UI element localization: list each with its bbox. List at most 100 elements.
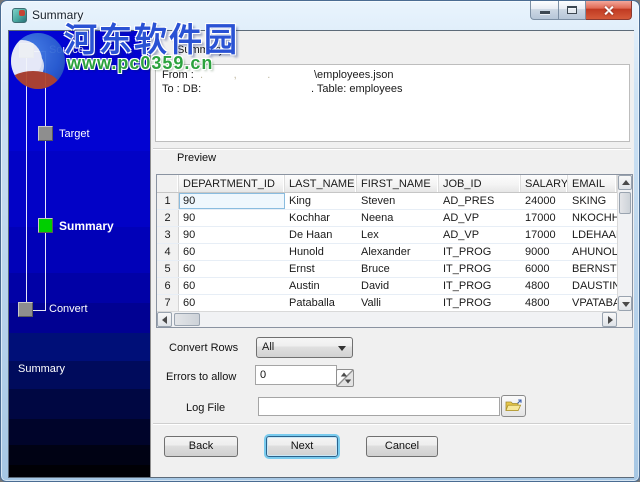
grid-header-salary[interactable]: SALARY xyxy=(521,175,568,192)
convert-rows-select[interactable]: All xyxy=(256,337,353,358)
table-row[interactable]: 6 60 Austin David IT_PROG 4800 DAUSTIN xyxy=(157,278,617,295)
grid-cell[interactable]: LDEHAAN xyxy=(568,227,617,243)
grid-cell[interactable]: 4800 xyxy=(521,295,568,311)
back-button[interactable]: Back xyxy=(164,436,238,457)
grid-cell[interactable]: 90 xyxy=(179,227,285,243)
vertical-scroll-thumb[interactable] xyxy=(619,192,631,214)
scroll-left-button[interactable] xyxy=(157,312,172,327)
sidebar-item-convert: Convert xyxy=(49,303,88,315)
grid-header-rownum xyxy=(157,175,179,192)
scroll-down-button[interactable] xyxy=(618,296,632,311)
current-step-label: Summary xyxy=(18,363,66,375)
grid-cell[interactable]: 17000 xyxy=(521,227,568,243)
table-row[interactable]: 2 90 Kochhar Neena AD_VP 17000 NKOCHH xyxy=(157,210,617,227)
grid-cell[interactable]: AHUNOLD xyxy=(568,244,617,260)
table-row[interactable]: 7 60 Pataballa Valli IT_PROG 4800 VPATAB… xyxy=(157,295,617,311)
grid-cell[interactable]: 24000 xyxy=(521,193,568,209)
row-number: 4 xyxy=(157,244,179,260)
table-row[interactable]: 4 60 Hunold Alexander IT_PROG 9000 AHUNO… xyxy=(157,244,617,261)
table-row[interactable]: 1 90 King Steven AD_PRES 24000 SKING xyxy=(157,193,617,210)
grid-cell[interactable]: 90 xyxy=(179,210,285,226)
grid-cell[interactable]: King xyxy=(285,193,357,209)
grid-header-job-id[interactable]: JOB_ID xyxy=(439,175,521,192)
grid-cell[interactable]: Austin xyxy=(285,278,357,294)
flow-line-left xyxy=(26,51,27,310)
wizard-window: Summary Source Target Summary Convert Su… xyxy=(0,0,640,482)
grid-cell[interactable]: 60 xyxy=(179,295,285,311)
grid-cell[interactable]: 6000 xyxy=(521,261,568,277)
grid-cell[interactable]: Neena xyxy=(357,210,439,226)
grid-cell[interactable]: Valli xyxy=(357,295,439,311)
summary-group-caption: Summary xyxy=(177,44,225,56)
grid-cell[interactable]: Alexander xyxy=(357,244,439,260)
grid-header-email[interactable]: EMAIL xyxy=(568,175,617,192)
grid-cell[interactable]: 60 xyxy=(179,244,285,260)
grid-cell[interactable]: IT_PROG xyxy=(439,261,521,277)
from-label: From : xyxy=(162,69,194,81)
title-bar[interactable]: Summary xyxy=(1,1,639,30)
grid-cell[interactable]: IT_PROG xyxy=(439,244,521,260)
errors-to-allow-input[interactable] xyxy=(255,365,337,385)
scroll-up-button[interactable] xyxy=(618,175,632,190)
to-label: To : DB: xyxy=(162,83,202,95)
convert-rows-value: All xyxy=(262,341,275,353)
grid-cell[interactable]: Kochhar xyxy=(285,210,357,226)
table-row[interactable]: 5 60 Ernst Bruce IT_PROG 6000 BERNST xyxy=(157,261,617,278)
grid-cell[interactable]: 17000 xyxy=(521,210,568,226)
table-row[interactable]: 3 90 De Haan Lex AD_VP 17000 LDEHAAN xyxy=(157,227,617,244)
grid-cell[interactable]: IT_PROG xyxy=(439,295,521,311)
grid-cell[interactable]: De Haan xyxy=(285,227,357,243)
flow-line-right xyxy=(45,51,46,310)
grid-cell[interactable]: SKING xyxy=(568,193,617,209)
vertical-scrollbar[interactable] xyxy=(617,175,632,311)
minimize-button[interactable] xyxy=(530,1,559,20)
grid-cell[interactable]: DAUSTIN xyxy=(568,278,617,294)
grid-cell[interactable]: NKOCHH xyxy=(568,210,617,226)
scroll-down-icon xyxy=(622,302,630,307)
sidebar-item-source: Source xyxy=(49,44,84,56)
grid-cell[interactable]: 90 xyxy=(179,193,285,209)
log-file-label: Log File xyxy=(186,402,226,414)
scroll-up-icon xyxy=(622,180,630,185)
cancel-button[interactable]: Cancel xyxy=(366,436,438,457)
wizard-steps-sidebar: Source Target Summary Convert Summary xyxy=(9,31,150,477)
grid-cell[interactable]: 60 xyxy=(179,261,285,277)
grid-cell[interactable]: AD_PRES xyxy=(439,193,521,209)
grid-cell[interactable]: Lex xyxy=(357,227,439,243)
close-button[interactable] xyxy=(586,1,632,20)
grid-cell[interactable]: 9000 xyxy=(521,244,568,260)
grid-cell[interactable]: Ernst xyxy=(285,261,357,277)
next-button[interactable]: Next xyxy=(266,436,338,457)
minimize-icon xyxy=(540,11,550,14)
maximize-button[interactable] xyxy=(559,1,586,20)
main-panel: Summary From : . , . \employees.json To … xyxy=(150,31,634,477)
grid-cell[interactable]: IT_PROG xyxy=(439,278,521,294)
grid-cell[interactable]: BERNST xyxy=(568,261,617,277)
log-file-input[interactable] xyxy=(258,397,500,416)
spinner-down-icon xyxy=(344,379,352,384)
grid-cell[interactable]: 4800 xyxy=(521,278,568,294)
browse-log-file-button[interactable] xyxy=(501,395,526,417)
scrollbar-corner xyxy=(617,311,632,327)
grid-cell[interactable]: Bruce xyxy=(357,261,439,277)
preview-group-caption: Preview xyxy=(177,152,217,164)
grid-header-first-name[interactable]: FIRST_NAME xyxy=(357,175,439,192)
grid-cell[interactable]: VPATABA xyxy=(568,295,617,311)
grid-cell[interactable]: AD_VP xyxy=(439,227,521,243)
grid-cell[interactable]: Steven xyxy=(357,193,439,209)
grid-cell[interactable]: David xyxy=(357,278,439,294)
maximize-icon xyxy=(567,6,577,14)
scroll-right-button[interactable] xyxy=(602,312,617,327)
to-table-value: . Table: employees xyxy=(311,83,403,95)
horizontal-scroll-thumb[interactable] xyxy=(174,313,200,326)
grid-header-department-id[interactable]: DEPARTMENT_ID xyxy=(179,175,285,192)
from-file-value: \employees.json xyxy=(314,69,394,81)
grid-cell[interactable]: Hunold xyxy=(285,244,357,260)
errors-spinner[interactable] xyxy=(336,369,354,387)
grid-header-last-name[interactable]: LAST_NAME xyxy=(285,175,357,192)
folder-open-icon xyxy=(505,399,522,411)
horizontal-scrollbar[interactable] xyxy=(157,311,617,327)
grid-cell[interactable]: AD_VP xyxy=(439,210,521,226)
grid-cell[interactable]: Pataballa xyxy=(285,295,357,311)
grid-cell[interactable]: 60 xyxy=(179,278,285,294)
